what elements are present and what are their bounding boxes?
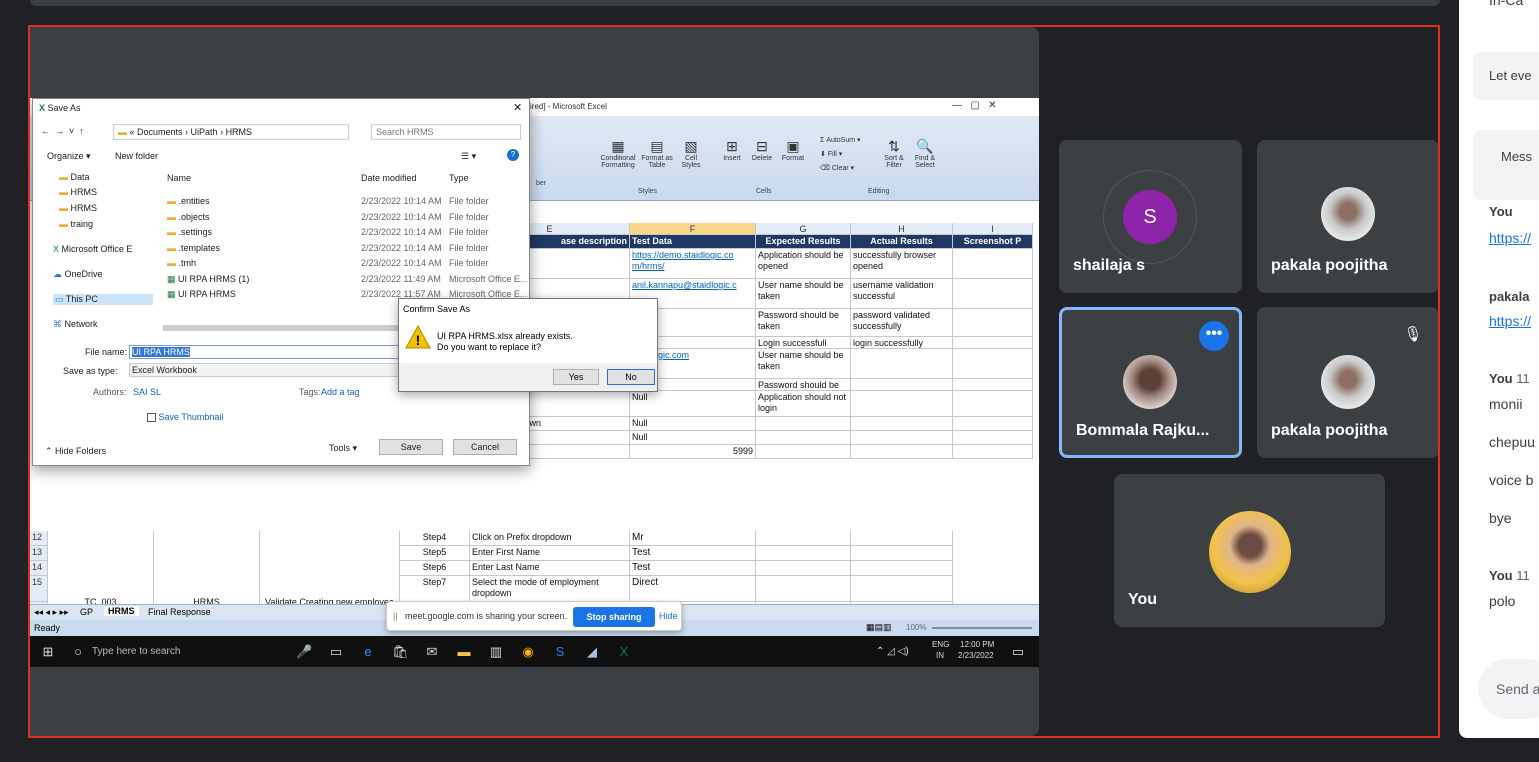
chat-sender: pakala: [1489, 289, 1530, 304]
chat-message: voice b: [1489, 472, 1534, 488]
chat-message: chepuu: [1489, 434, 1535, 450]
chat-sender: You 11: [1489, 371, 1530, 386]
chat-message: monii: [1489, 396, 1523, 412]
chat-sender: You: [1489, 204, 1513, 219]
chat-link[interactable]: https://: [1489, 313, 1531, 329]
chat-message: bye: [1489, 510, 1512, 526]
messages-label: Mess: [1501, 149, 1533, 164]
chat-sender: You 11: [1489, 568, 1530, 583]
chat-input-placeholder: Send a: [1496, 681, 1539, 697]
chat-header: In-Ca: [1489, 0, 1524, 8]
messages-toggle[interactable]: [1473, 130, 1539, 200]
chat-panel: In-Ca Let eve Mess You https:// pakala h…: [1459, 0, 1539, 738]
chat-link[interactable]: https://: [1489, 230, 1531, 246]
chat-message: polo: [1489, 593, 1516, 609]
top-bar: [30, 0, 1440, 6]
pinned-text: Let eve: [1489, 68, 1532, 83]
recording-border: [28, 25, 1440, 738]
